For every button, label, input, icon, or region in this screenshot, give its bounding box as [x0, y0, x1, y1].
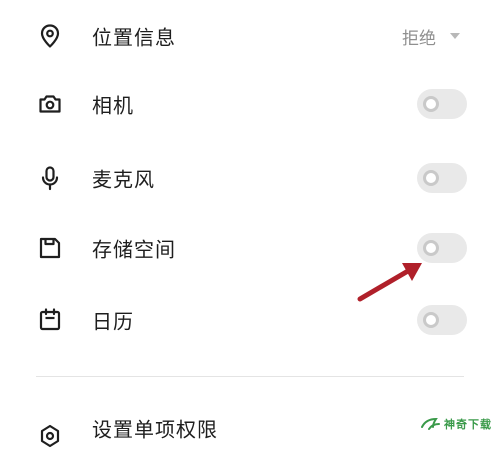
watermark-logo-icon [421, 417, 440, 430]
calendar-icon [39, 308, 61, 331]
storage-icon [39, 237, 61, 259]
permission-label-microphone: 麦克风 [92, 167, 155, 192]
permission-row-microphone: 麦克风 [0, 148, 500, 208]
toggle-knob [423, 96, 439, 112]
watermark: 神奇下载 [421, 413, 492, 435]
location-pin-icon [40, 24, 60, 48]
permission-row-camera: 相机 [0, 74, 500, 134]
chevron-down-icon [450, 33, 460, 39]
watermark-text: 神奇下载 [444, 418, 492, 431]
permission-label-individual: 设置单项权限 [92, 417, 218, 442]
camera-icon [39, 95, 61, 113]
permission-label-storage: 存储空间 [92, 237, 176, 262]
permission-label-location: 位置信息 [92, 25, 176, 50]
microphone-toggle[interactable] [417, 163, 467, 193]
permission-label-calendar: 日历 [92, 309, 134, 334]
annotation-arrow [357, 263, 422, 302]
permission-label-camera: 相机 [92, 93, 134, 118]
camera-toggle[interactable] [417, 89, 467, 119]
settings-icon [40, 424, 60, 448]
location-permission-dropdown[interactable]: 拒绝 [402, 21, 460, 51]
section-divider [36, 376, 464, 377]
permission-row-location[interactable]: 位置信息 拒绝 [0, 6, 500, 66]
toggle-knob [423, 240, 439, 256]
microphone-icon [41, 166, 59, 191]
toggle-knob [423, 170, 439, 186]
location-permission-value: 拒绝 [402, 28, 436, 49]
